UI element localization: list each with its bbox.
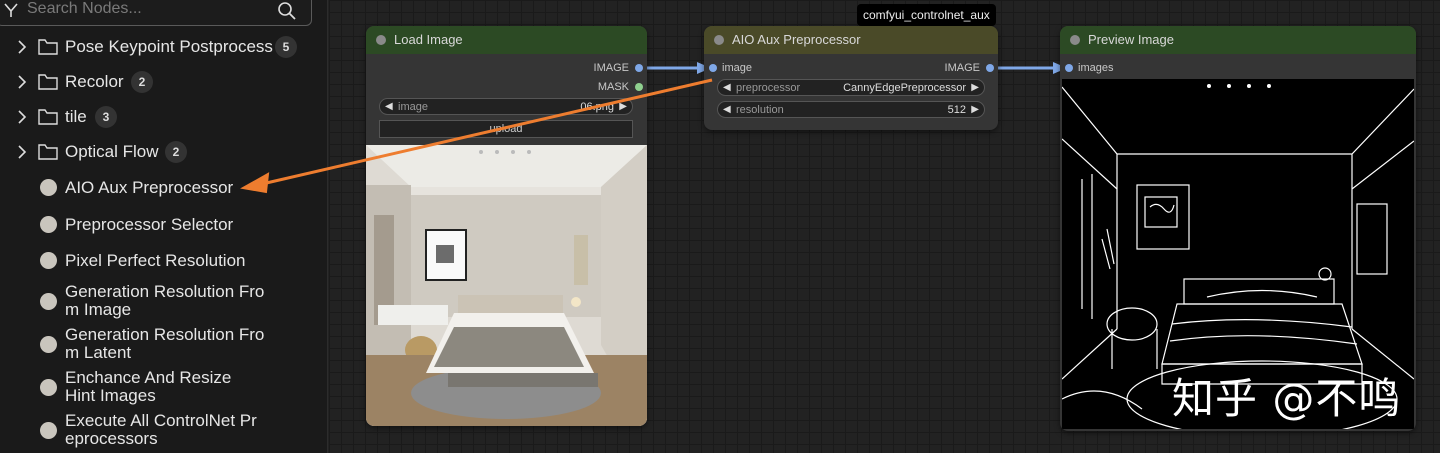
count-badge: 2 bbox=[131, 71, 153, 93]
node-dot-icon bbox=[40, 336, 57, 353]
arrow-left-icon[interactable]: ◀ bbox=[723, 82, 731, 93]
node-header[interactable]: Preview Image bbox=[1060, 26, 1416, 54]
upload-button[interactable]: upload bbox=[379, 120, 633, 138]
input-image-label: image bbox=[722, 62, 752, 74]
node-header[interactable]: Load Image bbox=[366, 26, 647, 54]
resolution-number-widget[interactable]: ◀ resolution 512 ▶ bbox=[717, 101, 985, 118]
node-item-label: Execute All ControlNet Preprocessors bbox=[65, 411, 257, 448]
arrow-right-icon[interactable]: ▶ bbox=[971, 82, 979, 93]
arrow-right-icon[interactable]: ▶ bbox=[619, 101, 627, 112]
node-library-sidebar: Pose Keypoint Postprocess 5 Recolor 2 ti… bbox=[0, 0, 328, 453]
node-header[interactable]: AIO Aux Preprocessor bbox=[704, 26, 998, 54]
filter-icon[interactable] bbox=[3, 2, 19, 18]
output-mask-label: MASK bbox=[597, 81, 629, 93]
node-dot-icon bbox=[40, 252, 57, 269]
node-item-aio-aux-preprocessor[interactable]: AIO Aux Preprocessor bbox=[0, 178, 320, 198]
image-combo-widget[interactable]: ◀ image 06.png ▶ bbox=[379, 98, 633, 115]
node-item-label: Preprocessor Selector bbox=[65, 215, 234, 234]
node-item-enchance-and-resize-hint-images[interactable]: Enchance And Resize Hint Images bbox=[0, 369, 320, 407]
widget-value: CannyEdgePreprocessor bbox=[843, 82, 966, 94]
arrow-left-icon[interactable]: ◀ bbox=[385, 101, 393, 112]
node-item-label: AIO Aux Preprocessor bbox=[65, 178, 234, 197]
widget-label: preprocessor bbox=[736, 82, 801, 94]
widget-value: 512 bbox=[947, 104, 966, 116]
search-box[interactable] bbox=[0, 0, 312, 26]
node-pack-badge: comfyui_controlnet_aux bbox=[857, 4, 996, 26]
folder-recolor[interactable]: Recolor 2 bbox=[0, 66, 320, 98]
arrow-right-icon[interactable]: ▶ bbox=[971, 104, 979, 115]
collapse-dot-icon[interactable] bbox=[376, 35, 386, 45]
chevron-right-icon[interactable] bbox=[16, 75, 28, 89]
count-badge: 5 bbox=[275, 36, 297, 58]
output-mask-slot[interactable] bbox=[635, 83, 643, 91]
node-dot-icon bbox=[40, 293, 57, 310]
bedroom-image-preview bbox=[366, 145, 647, 426]
node-item-label: Generation Resolution From Latent bbox=[65, 325, 265, 362]
folder-label: Pose Keypoint Postprocess bbox=[65, 37, 273, 56]
node-item-label: Generation Resolution From Image bbox=[65, 282, 265, 319]
node-item-generation-resolution-from-image[interactable]: Generation Resolution From Image bbox=[0, 283, 320, 321]
node-title: AIO Aux Preprocessor bbox=[732, 32, 861, 47]
chevron-right-icon[interactable] bbox=[16, 40, 28, 54]
arrow-left-icon[interactable]: ◀ bbox=[723, 104, 731, 115]
input-image-slot[interactable] bbox=[709, 64, 717, 72]
collapse-dot-icon[interactable] bbox=[1070, 35, 1080, 45]
widget-label: resolution bbox=[736, 104, 784, 116]
node-dot-icon bbox=[40, 379, 57, 396]
load-image-node[interactable]: Load Image IMAGE MASK ◀ image 06.png ▶ u… bbox=[366, 26, 647, 426]
node-title: Preview Image bbox=[1088, 32, 1174, 47]
node-title: Load Image bbox=[394, 32, 463, 47]
folder-label: Optical Flow bbox=[65, 142, 159, 161]
folder-label: tile bbox=[65, 107, 87, 126]
node-dot-icon bbox=[40, 216, 57, 233]
node-item-preprocessor-selector[interactable]: Preprocessor Selector bbox=[0, 215, 320, 235]
graph-canvas[interactable]: comfyui_controlnet_aux Load Image IMAGE … bbox=[329, 0, 1440, 453]
chevron-right-icon[interactable] bbox=[16, 110, 28, 124]
node-item-generation-resolution-from-latent[interactable]: Generation Resolution From Latent bbox=[0, 326, 320, 364]
folder-optical-flow[interactable]: Optical Flow 2 bbox=[0, 136, 320, 168]
output-image-label: IMAGE bbox=[593, 62, 629, 74]
folder-icon bbox=[38, 74, 58, 90]
input-images-label: images bbox=[1078, 62, 1114, 74]
folder-icon bbox=[38, 39, 58, 55]
node-item-label: Pixel Perfect Resolution bbox=[65, 251, 246, 270]
aio-aux-preprocessor-node[interactable]: AIO Aux Preprocessor image IMAGE ◀ prepr… bbox=[704, 26, 998, 130]
node-item-label: Enchance And Resize Hint Images bbox=[65, 368, 232, 405]
collapse-dot-icon[interactable] bbox=[714, 35, 724, 45]
node-dot-icon bbox=[40, 422, 57, 439]
output-image-label: IMAGE bbox=[944, 62, 980, 74]
widget-value: 06.png bbox=[580, 101, 614, 113]
output-image-slot[interactable] bbox=[986, 64, 994, 72]
node-item-pixel-perfect-resolution[interactable]: Pixel Perfect Resolution bbox=[0, 251, 320, 271]
search-icon[interactable] bbox=[277, 1, 297, 21]
output-image-slot[interactable] bbox=[635, 64, 643, 72]
input-images-slot[interactable] bbox=[1065, 64, 1073, 72]
count-badge: 3 bbox=[95, 106, 117, 128]
folder-tile[interactable]: tile 3 bbox=[0, 101, 320, 133]
count-badge: 2 bbox=[165, 141, 187, 163]
widget-label: image bbox=[398, 101, 428, 113]
chevron-right-icon[interactable] bbox=[16, 145, 28, 159]
folder-label: Recolor bbox=[65, 72, 124, 91]
node-dot-icon bbox=[40, 179, 57, 196]
folder-pose-keypoint-postprocess[interactable]: Pose Keypoint Postprocess 5 bbox=[0, 31, 320, 63]
preprocessor-combo-widget[interactable]: ◀ preprocessor CannyEdgePreprocessor ▶ bbox=[717, 79, 985, 96]
node-item-execute-all-controlnet-preprocessors[interactable]: Execute All ControlNet Preprocessors bbox=[0, 412, 320, 450]
watermark: 知乎 @不鸣 bbox=[1172, 374, 1402, 423]
folder-icon bbox=[38, 109, 58, 125]
search-input[interactable] bbox=[27, 0, 267, 21]
folder-icon bbox=[38, 144, 58, 160]
